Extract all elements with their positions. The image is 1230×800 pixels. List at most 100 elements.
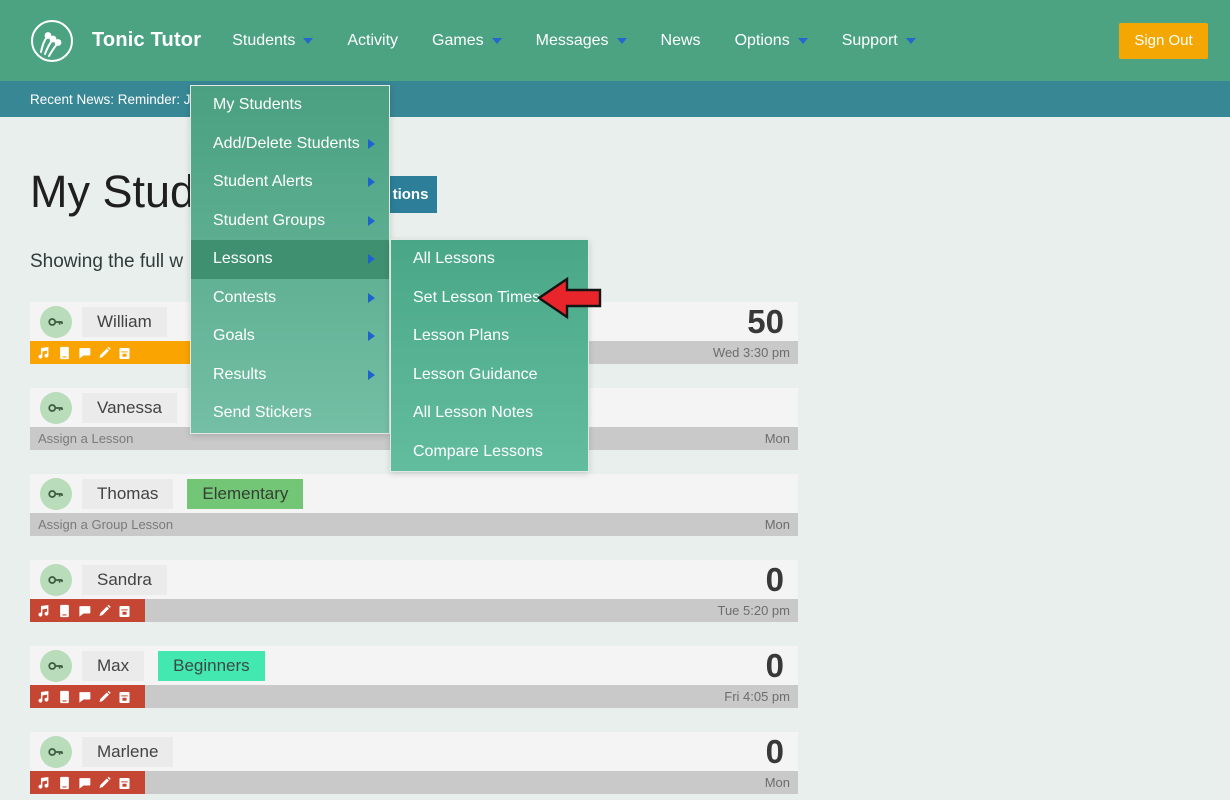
menu-item-my-students[interactable]: My Students	[191, 86, 389, 125]
student-card-max: Max Beginners 0	[30, 646, 798, 708]
recent-news-text: Recent News: Reminder: J	[30, 92, 191, 107]
nav-item-games[interactable]: Games	[415, 32, 519, 50]
lesson-count: 50	[747, 303, 784, 341]
options-button-partial[interactable]: tions	[384, 176, 437, 213]
menu-item-results[interactable]: Results	[191, 356, 389, 395]
chevron-down-icon	[303, 38, 313, 44]
assign-bar: Tue 5:20 pm	[30, 599, 798, 622]
student-name[interactable]: William	[82, 307, 167, 337]
menu-item-label: Lessons	[213, 250, 273, 268]
tablet-icon	[58, 346, 71, 360]
calendar-icon	[118, 776, 131, 790]
main-menu: Students Activity Games Messages News Op…	[215, 32, 933, 50]
nav-item-activity[interactable]: Activity	[330, 32, 415, 50]
quick-action-icons[interactable]	[30, 599, 145, 622]
student-name[interactable]: Thomas	[82, 479, 173, 509]
menu-item-label: Add/Delete Students	[213, 135, 360, 153]
menu-item-student-alerts[interactable]: Student Alerts	[191, 163, 389, 202]
student-group-badge[interactable]: Beginners	[158, 651, 265, 681]
calendar-icon	[118, 604, 131, 618]
student-card-top: Thomas Elementary	[30, 474, 798, 513]
student-card-top: Max Beginners 0	[30, 646, 798, 685]
page-subtitle: Showing the full w	[30, 251, 183, 273]
music-note-icon	[38, 604, 51, 618]
submenu-item-lesson-plans[interactable]: Lesson Plans	[391, 317, 588, 356]
key-icon[interactable]	[40, 736, 72, 768]
student-name[interactable]: Vanessa	[82, 393, 177, 423]
quick-action-icons[interactable]	[30, 771, 145, 794]
menu-item-goals[interactable]: Goals	[191, 317, 389, 356]
nav-item-label: Support	[842, 32, 898, 50]
pencil-icon	[98, 604, 111, 618]
submenu-item-compare-lessons[interactable]: Compare Lessons	[391, 433, 588, 472]
lesson-time-label: Wed 3:30 pm	[713, 345, 790, 360]
assign-lesson-link[interactable]: Assign a Group Lesson	[30, 517, 173, 532]
quick-action-icons[interactable]	[30, 685, 145, 708]
nav-item-support[interactable]: Support	[825, 32, 933, 50]
sign-out-button[interactable]: Sign Out	[1119, 23, 1208, 59]
nav-item-label: Messages	[536, 32, 609, 50]
assign-bar: Mon	[30, 771, 798, 794]
chat-icon	[78, 346, 91, 360]
brand-title: Tonic Tutor	[92, 29, 201, 52]
menu-item-send-stickers[interactable]: Send Stickers	[191, 394, 389, 433]
top-navigation: Tonic Tutor Students Activity Games Mess…	[0, 0, 1230, 81]
students-dropdown-menu: My Students Add/Delete Students Student …	[190, 85, 390, 434]
tonic-tutor-logo-icon[interactable]	[30, 19, 74, 63]
tablet-icon	[58, 690, 71, 704]
student-name[interactable]: Marlene	[82, 737, 173, 767]
student-card-marlene: Marlene 0	[30, 732, 798, 794]
chevron-right-icon	[368, 370, 375, 380]
nav-item-label: Options	[735, 32, 790, 50]
nav-item-options[interactable]: Options	[718, 32, 825, 50]
student-card-sandra: Sandra 0	[30, 560, 798, 622]
calendar-icon	[118, 690, 131, 704]
lesson-time-label: Mon	[765, 431, 790, 446]
assign-bar: Assign a Group Lesson Mon	[30, 513, 798, 536]
menu-item-label: Contests	[213, 289, 276, 307]
student-card-top: Sandra 0	[30, 560, 798, 599]
nav-item-label: Activity	[347, 32, 398, 50]
key-icon[interactable]	[40, 650, 72, 682]
menu-item-student-groups[interactable]: Student Groups	[191, 202, 389, 241]
lesson-time-label: Mon	[765, 775, 790, 790]
menu-item-contests[interactable]: Contests	[191, 279, 389, 318]
key-icon[interactable]	[40, 478, 72, 510]
key-icon[interactable]	[40, 564, 72, 596]
nav-item-label: News	[661, 32, 701, 50]
menu-item-lessons[interactable]: Lessons	[191, 240, 389, 279]
submenu-item-all-lessons[interactable]: All Lessons	[391, 240, 588, 279]
menu-item-label: All Lesson Notes	[413, 404, 533, 422]
tablet-icon	[58, 604, 71, 618]
chevron-down-icon	[906, 38, 916, 44]
nav-item-news[interactable]: News	[644, 32, 718, 50]
recent-news-bar: Recent News: Reminder: J	[0, 81, 1230, 117]
chat-icon	[78, 690, 91, 704]
student-card-thomas: Thomas Elementary	[30, 474, 798, 536]
chevron-right-icon	[368, 254, 375, 264]
key-icon[interactable]	[40, 306, 72, 338]
nav-item-label: Students	[232, 32, 295, 50]
chevron-right-icon	[368, 331, 375, 341]
menu-item-label: Student Groups	[213, 212, 325, 230]
quick-action-icons[interactable]	[30, 341, 193, 364]
chevron-down-icon	[617, 38, 627, 44]
lesson-time-label: Tue 5:20 pm	[717, 603, 790, 618]
submenu-item-lesson-guidance[interactable]: Lesson Guidance	[391, 356, 588, 395]
assign-lesson-link[interactable]: Assign a Lesson	[30, 431, 133, 446]
key-icon[interactable]	[40, 392, 72, 424]
chat-icon	[78, 776, 91, 790]
menu-item-label: Lesson Plans	[413, 327, 509, 345]
student-group-badge[interactable]: Elementary	[187, 479, 303, 509]
nav-item-students[interactable]: Students	[215, 32, 330, 50]
menu-item-label: My Students	[213, 96, 302, 114]
lesson-count: 0	[766, 647, 784, 685]
menu-item-add-delete-students[interactable]: Add/Delete Students	[191, 125, 389, 164]
menu-item-label: Goals	[213, 327, 255, 345]
assign-bar: Fri 4:05 pm	[30, 685, 798, 708]
nav-item-messages[interactable]: Messages	[519, 32, 644, 50]
submenu-item-all-lesson-notes[interactable]: All Lesson Notes	[391, 394, 588, 433]
student-name[interactable]: Max	[82, 651, 144, 681]
red-arrow-annotation	[534, 276, 604, 320]
student-name[interactable]: Sandra	[82, 565, 167, 595]
